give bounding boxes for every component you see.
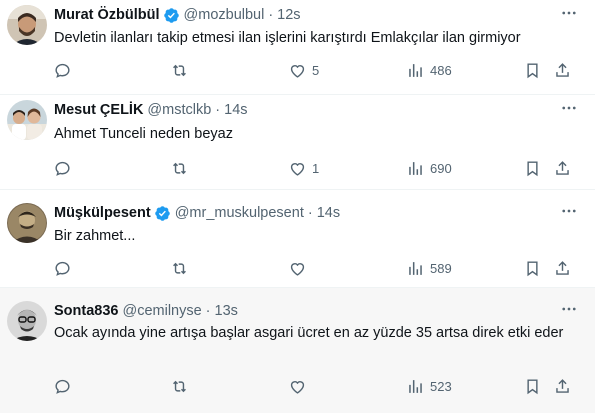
author-name[interactable]: Sonta836 [54, 303, 118, 319]
reply-icon [55, 379, 70, 394]
author-handle[interactable]: @mstclkb [147, 102, 211, 118]
bookmark-icon [527, 62, 538, 78]
author-name[interactable]: Müşkülpesent [54, 205, 151, 221]
retweet-icon [173, 64, 186, 76]
like-button[interactable] [288, 257, 312, 279]
retweet-icon [173, 162, 186, 174]
tweet[interactable]: Murat Özbülbül @mozbulbul · 12s Devletin… [0, 0, 595, 95]
views-button[interactable]: 523 [406, 375, 452, 397]
views-icon [409, 379, 422, 393]
author-handle[interactable]: @mozbulbul [184, 7, 265, 23]
author-name[interactable]: Mesut ÇELİK [54, 102, 143, 118]
verified-icon [163, 7, 179, 23]
view-count: 690 [430, 160, 452, 176]
reply-button[interactable] [53, 257, 72, 279]
tweet-header: Mesut ÇELİK @mstclkb · 14s [54, 100, 555, 120]
action-bar: 589 [0, 257, 595, 279]
author-name[interactable]: Murat Özbülbül [54, 7, 160, 23]
retweet-button[interactable] [170, 257, 189, 279]
views-icon [409, 261, 422, 275]
timestamp[interactable]: 14s [317, 205, 340, 221]
timestamp[interactable]: 14s [224, 102, 247, 118]
retweet-icon [173, 262, 186, 274]
share-button[interactable] [553, 157, 572, 179]
views-button[interactable]: 690 [406, 157, 452, 179]
tweet[interactable]: Sonta836 @cemilnyse · 13s Ocak ayında yi… [0, 288, 595, 413]
separator: · [215, 102, 221, 118]
like-icon [290, 64, 305, 78]
like-button[interactable]: 5 [288, 59, 319, 81]
like-icon [290, 162, 305, 176]
tweet[interactable]: Mesut ÇELİK @mstclkb · 14s Ahmet Tunceli… [0, 95, 595, 190]
view-count: 523 [430, 378, 452, 394]
tweet-text: Ocak ayında yine artışa başlar asgari üc… [54, 325, 564, 341]
share-icon [556, 378, 569, 393]
share-button[interactable] [553, 59, 572, 81]
more-icon[interactable] [557, 299, 581, 319]
views-button[interactable]: 589 [406, 257, 452, 279]
bookmark-button[interactable] [523, 59, 542, 81]
like-count: 5 [312, 62, 320, 78]
timestamp[interactable]: 12s [277, 7, 300, 23]
verified-icon [154, 205, 170, 221]
bookmark-icon [527, 260, 538, 276]
avatar[interactable] [7, 203, 47, 243]
avatar[interactable] [7, 5, 47, 45]
views-icon [409, 161, 422, 175]
action-bar: 1 690 [0, 157, 595, 179]
tweet-header: Sonta836 @cemilnyse · 13s [54, 301, 555, 321]
like-button[interactable]: 1 [288, 157, 319, 179]
bookmark-icon [527, 378, 538, 394]
share-icon [556, 260, 569, 275]
share-button[interactable] [553, 375, 572, 397]
tweet-text: Bir zahmet... [54, 228, 136, 244]
tweet[interactable]: Müşkülpesent @mr_muskulpesent · 14s Bir … [0, 190, 595, 288]
bookmark-button[interactable] [523, 375, 542, 397]
author-handle[interactable]: @mr_muskulpesent [175, 205, 304, 221]
bookmark-button[interactable] [523, 157, 542, 179]
avatar[interactable] [7, 100, 47, 140]
bookmark-icon [527, 160, 538, 176]
reply-icon [55, 261, 70, 276]
like-icon [290, 262, 305, 276]
retweet-button[interactable] [170, 59, 189, 81]
reply-icon [55, 63, 70, 78]
tweet-text: Ahmet Tunceli neden beyaz [54, 126, 233, 142]
tweet-feed: Murat Özbülbül @mozbulbul · 12s Devletin… [0, 0, 595, 413]
retweet-button[interactable] [170, 375, 189, 397]
bookmark-button[interactable] [523, 257, 542, 279]
retweet-icon [173, 380, 186, 392]
more-icon[interactable] [557, 3, 581, 23]
author-handle[interactable]: @cemilnyse [122, 303, 201, 319]
separator: · [307, 205, 313, 221]
more-icon[interactable] [557, 201, 581, 221]
retweet-button[interactable] [170, 157, 189, 179]
like-icon [290, 380, 305, 394]
more-icon[interactable] [557, 98, 581, 118]
reply-icon [55, 161, 70, 176]
tweet-header: Murat Özbülbül @mozbulbul · 12s [54, 5, 555, 25]
tweet-text: Devletin ilanları takip etmesi ilan işle… [54, 30, 521, 46]
views-button[interactable]: 486 [406, 59, 452, 81]
like-count: 1 [312, 160, 320, 176]
separator: · [268, 7, 274, 23]
share-icon [556, 160, 569, 175]
share-button[interactable] [553, 257, 572, 279]
share-icon [556, 62, 569, 77]
reply-button[interactable] [53, 59, 72, 81]
like-button[interactable] [288, 375, 312, 397]
separator: · [205, 303, 211, 319]
reply-button[interactable] [53, 375, 72, 397]
views-icon [409, 63, 422, 77]
action-bar: 5 486 [0, 59, 595, 81]
action-bar: 523 [0, 375, 595, 397]
view-count: 486 [430, 62, 452, 78]
reply-button[interactable] [53, 157, 72, 179]
tweet-header: Müşkülpesent @mr_muskulpesent · 14s [54, 203, 555, 223]
avatar[interactable] [7, 301, 47, 341]
timestamp[interactable]: 13s [215, 303, 238, 319]
view-count: 589 [430, 260, 452, 276]
